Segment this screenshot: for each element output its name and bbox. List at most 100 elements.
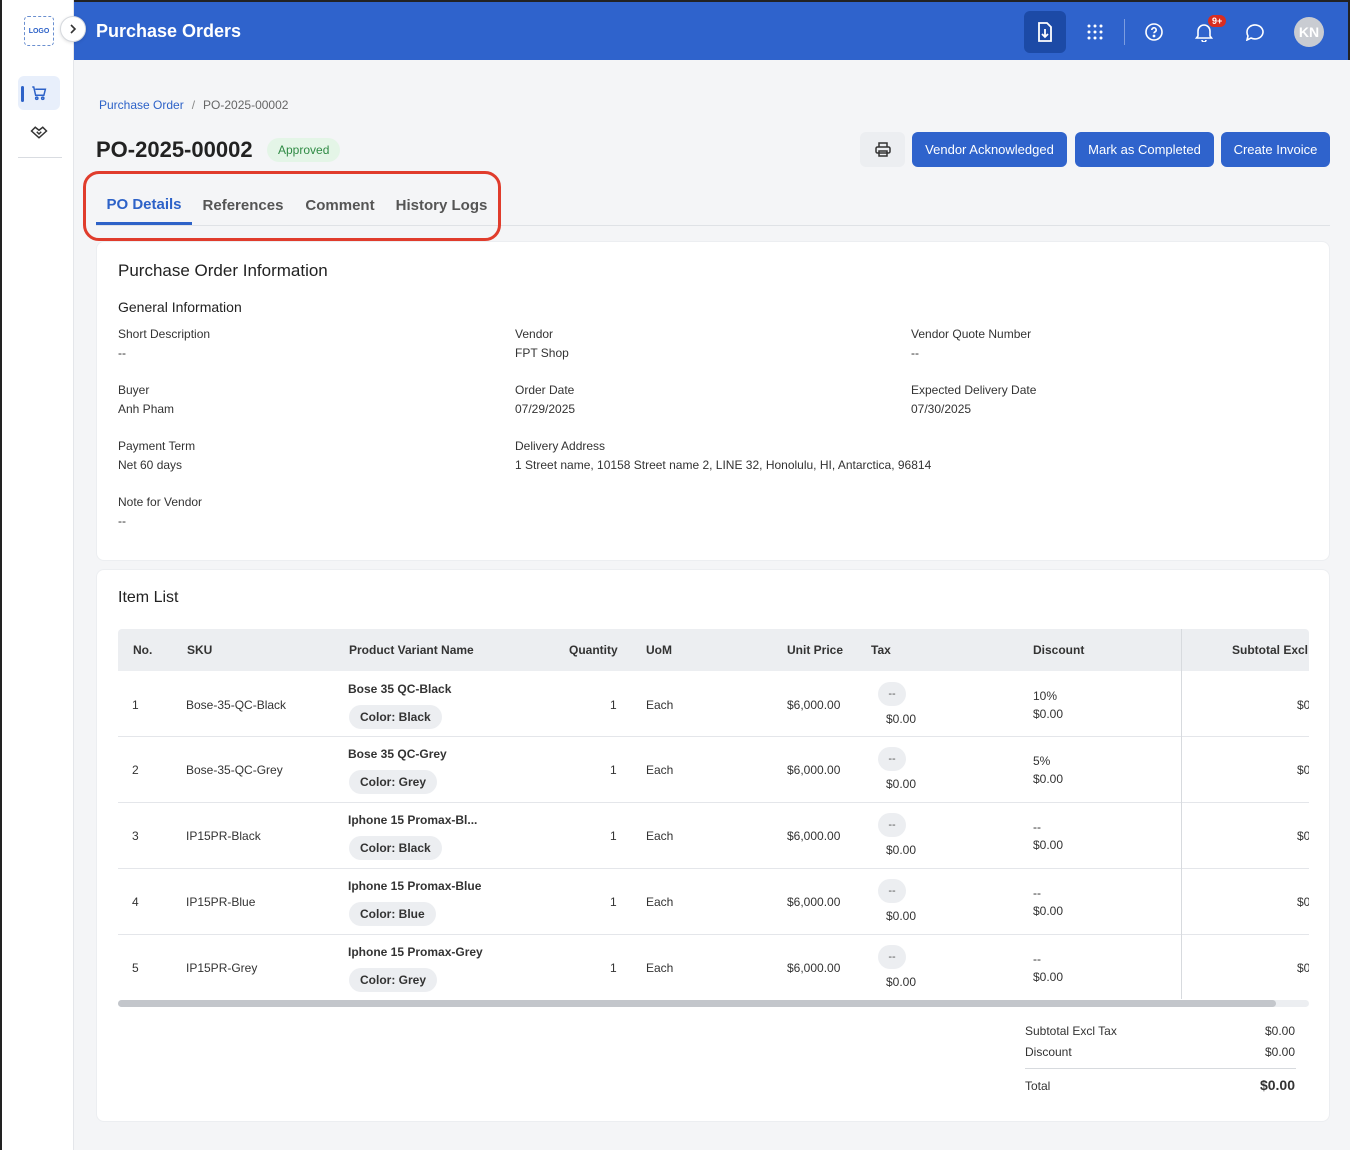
row-discount-amount: $0.00 [1033,707,1064,721]
row-tax-amount: $0.00 [886,975,917,989]
col-uom: UoM [646,643,672,657]
help-button[interactable] [1133,11,1175,53]
row-no: 4 [132,895,139,909]
row-uom: Each [646,895,674,909]
row-uom: Each [646,763,674,777]
col-quantity: Quantity [569,643,618,657]
row-unit-price: $6,000.00 [787,698,841,712]
row-subtotal: $0 [1297,895,1309,909]
tax-rate-pill[interactable]: -- [878,813,906,837]
row-discount-rate: -- [1033,886,1041,900]
delivery-address-value: 1 Street name, 10158 Street name 2, LINE… [515,458,932,472]
row-uom: Each [646,961,674,975]
general-info-heading: General Information [118,299,242,315]
horizontal-scrollbar[interactable] [118,1000,1309,1007]
order-date-label: Order Date [515,383,575,397]
scrollbar-thumb[interactable] [118,1000,1276,1007]
variant-chip: Color: Grey [349,968,438,992]
row-discount-amount: $0.00 [1033,904,1064,918]
chat-button[interactable] [1234,11,1276,53]
table-row[interactable]: 3 IP15PR-Black Iphone 15 Promax-Bl... Co… [118,803,1309,869]
breadcrumb-link-purchase-order[interactable]: Purchase Order [99,98,184,112]
variant-chip: Color: Black [349,705,442,729]
vendor-quote-label: Vendor Quote Number [911,327,1032,341]
rail-item-purchase[interactable] [18,76,60,110]
row-no: 3 [132,829,139,843]
row-product-name: Iphone 15 Promax-Grey [348,945,483,959]
expand-sidebar-button[interactable] [60,16,86,42]
tab-comment[interactable]: Comment [298,185,382,225]
row-discount-rate: -- [1033,820,1041,834]
row-unit-price: $6,000.00 [787,961,841,975]
summary-subtotal-value: $0.00 [1264,1024,1295,1038]
tab-history-logs[interactable]: History Logs [390,185,493,225]
payment-term-value: Net 60 days [118,458,183,472]
user-avatar[interactable]: KN [1294,17,1324,47]
row-unit-price: $6,000.00 [787,763,841,777]
rail-item-vendors[interactable] [18,114,60,148]
row-subtotal: $0 [1297,829,1309,843]
row-no: 1 [132,698,139,712]
note-for-vendor-label: Note for Vendor [118,495,203,509]
tax-rate-pill[interactable]: -- [878,682,906,706]
row-sku: IP15PR-Blue [186,895,256,909]
buyer-value: Anh Pham [118,402,175,416]
row-no: 5 [132,961,139,975]
row-subtotal: $0 [1297,698,1309,712]
summary-discount-label: Discount [1025,1045,1072,1059]
download-button[interactable] [1024,11,1066,53]
col-unit-price: Unit Price [787,643,844,657]
summary-divider [1025,1068,1296,1069]
row-discount-rate: 10% [1033,689,1058,703]
table-row[interactable]: 5 IP15PR-Grey Iphone 15 Promax-Grey Colo… [118,935,1309,1001]
vendor-value: FPT Shop [515,346,569,360]
breadcrumb: Purchase Order / PO-2025-00002 [99,98,288,112]
table-row[interactable]: 4 IP15PR-Blue Iphone 15 Promax-Blue Colo… [118,869,1309,935]
row-product-name: Bose 35 QC-Black [348,682,452,696]
item-table: No. SKU Product Variant Name Quantity Uo… [118,629,1309,1007]
note-for-vendor-value: -- [118,514,126,528]
chevron-right-icon [70,24,77,34]
row-unit-price: $6,000.00 [787,829,841,843]
notifications-button[interactable]: 9+ [1183,11,1228,53]
short-description-value: -- [118,346,126,360]
row-product-name: Iphone 15 Promax-Bl... [348,813,478,827]
row-product-name: Iphone 15 Promax-Blue [348,879,482,893]
tax-rate-pill[interactable]: -- [878,879,906,903]
row-product-name: Bose 35 QC-Grey [348,747,447,761]
row-subtotal: $0 [1297,763,1309,777]
info-card-title: Purchase Order Information [118,261,328,280]
tab-po-details[interactable]: PO Details [96,185,192,225]
rail-divider [18,157,62,158]
variant-chip: Color: Blue [349,902,436,926]
row-quantity: 1 [610,961,617,975]
row-discount-amount: $0.00 [1033,772,1064,786]
sticky-column-divider [1181,629,1182,999]
row-discount-amount: $0.00 [1033,970,1064,984]
tab-bar: PO Details References Comment History Lo… [96,185,1330,226]
vendor-acknowledged-button[interactable]: Vendor Acknowledged [912,132,1067,167]
row-discount-amount: $0.00 [1033,838,1064,852]
print-button[interactable] [860,132,905,167]
file-download-icon [1038,22,1052,42]
apps-button[interactable] [1074,11,1116,53]
row-sku: Bose-35-QC-Black [186,698,287,712]
summary-discount-value: $0.00 [1264,1045,1295,1059]
mark-completed-button[interactable]: Mark as Completed [1075,132,1214,167]
buyer-label: Buyer [118,383,150,397]
table-row[interactable]: 1 Bose-35-QC-Black Bose 35 QC-Black Colo… [118,671,1309,737]
create-invoice-button[interactable]: Create Invoice [1221,132,1330,167]
tax-rate-pill[interactable]: -- [878,747,906,771]
row-no: 2 [132,763,139,777]
vendor-label: Vendor [515,327,554,341]
col-sku: SKU [187,643,213,657]
variant-chip: Color: Black [349,836,442,860]
expected-delivery-value: 07/30/2025 [911,402,972,416]
table-row[interactable]: 2 Bose-35-QC-Grey Bose 35 QC-Grey Color:… [118,737,1309,803]
row-quantity: 1 [610,829,617,843]
tab-references[interactable]: References [196,185,290,225]
row-subtotal: $0 [1297,961,1309,975]
app-logo[interactable]: LOGO [24,16,54,46]
tax-rate-pill[interactable]: -- [878,945,906,969]
row-uom: Each [646,829,674,843]
